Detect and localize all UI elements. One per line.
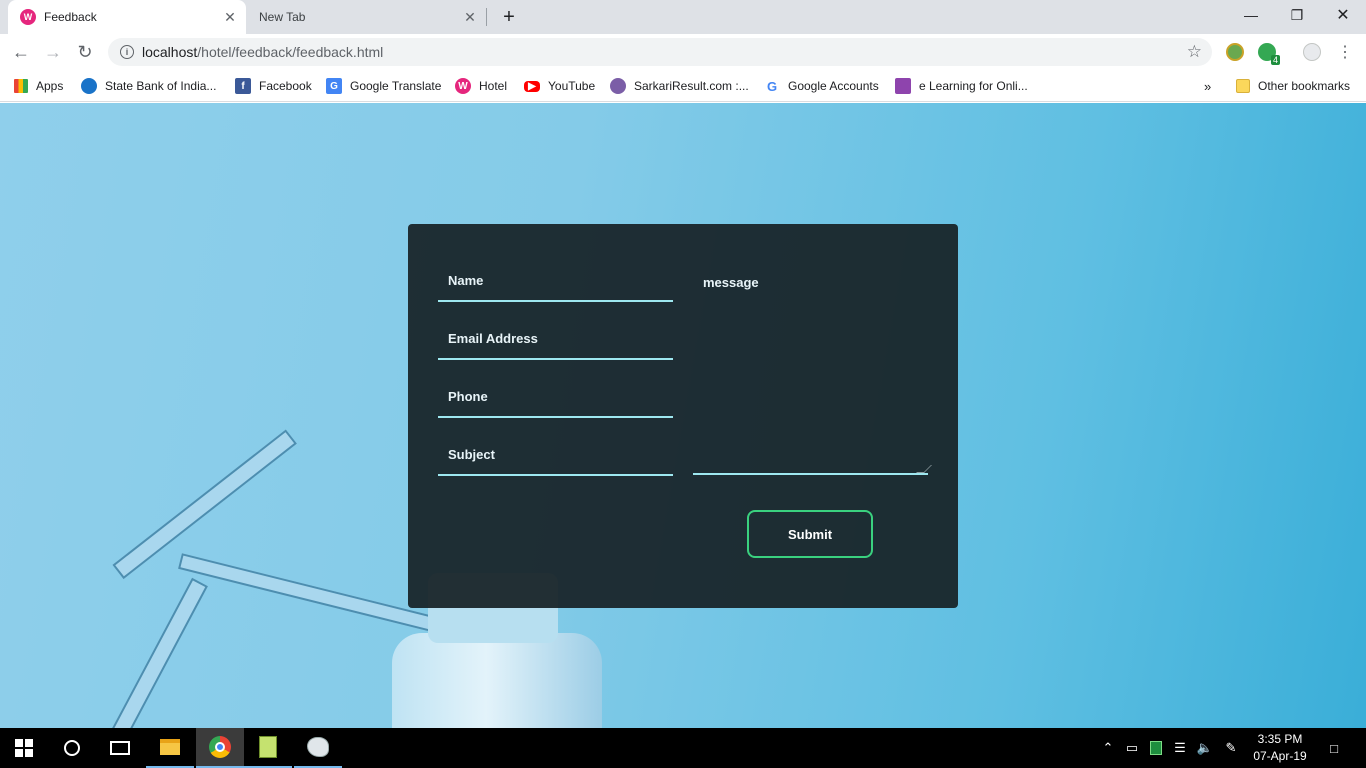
sarkariresult-icon [610,78,626,94]
chrome-taskbar-button[interactable] [196,728,244,768]
url-text: localhost/hotel/feedback/feedback.html [142,44,384,60]
folder-icon [160,739,180,755]
tab-title: New Tab [259,10,306,24]
paint-button[interactable] [294,728,342,768]
network-icon[interactable]: ☰ [1170,728,1190,768]
bookmark-sbi[interactable]: State Bank of India... [81,76,216,96]
message-textarea[interactable]: message [693,268,932,475]
tray-app-icon[interactable] [1146,728,1166,768]
name-field[interactable]: Name [438,264,673,302]
bookmarks-overflow-button[interactable]: » [1204,76,1211,96]
bookmark-facebook[interactable]: f Facebook [235,76,312,96]
google-translate-icon: G [326,78,342,94]
lamp-shade [392,633,602,728]
chrome-icon [209,736,231,758]
cortana-circle-icon [64,740,80,756]
youtube-icon: ▶ [524,80,540,92]
apps-grid-icon [14,79,28,93]
page-background: Name Email Address Phone Subject message… [0,103,1366,728]
elearning-icon [895,78,911,94]
notepad-plus-button[interactable] [244,728,292,768]
bookmark-google-accounts[interactable]: G Google Accounts [764,76,879,96]
reload-button[interactable]: ↻ [72,39,98,65]
tray-expand-icon[interactable]: ⌃ [1098,728,1118,768]
cortana-button[interactable] [48,728,96,768]
extension-badge-icon[interactable]: 4 [1258,43,1280,65]
close-window-button[interactable]: ✕ [1320,0,1366,30]
browser-toolbar: ← → ↻ i localhost/hotel/feedback/feedbac… [0,34,1366,70]
paint-palette-icon [307,737,329,757]
pen-icon[interactable]: ✎ [1220,728,1242,768]
hotel-icon: W [455,78,471,94]
email-label: Email Address [448,331,538,346]
task-view-icon [110,741,130,755]
start-button[interactable] [0,728,48,768]
resize-handle-icon[interactable] [916,465,932,473]
name-label: Name [448,273,484,288]
sbi-icon [81,78,97,94]
tab-title: Feedback [44,10,97,24]
message-label: message [703,275,759,290]
bookmark-sarkariresult[interactable]: SarkariResult.com :... [610,76,749,96]
windows-logo-icon [15,739,33,757]
lamp-arm [178,553,435,632]
tab-new-tab[interactable]: New Tab ✕ [246,0,486,34]
task-view-button[interactable] [96,728,144,768]
file-explorer-button[interactable] [146,728,194,768]
hotel-favicon-icon: W [20,9,36,25]
minimize-button[interactable]: — [1228,0,1274,30]
back-button[interactable]: ← [8,39,34,65]
windows-taskbar: ⌃ ▭ ☰ 🔈 ✎ 3:35 PM 07-Apr-19 □ [0,728,1366,768]
folder-icon [1236,79,1250,93]
volume-icon[interactable]: 🔈 [1194,728,1216,768]
lamp-arm [112,429,297,580]
bookmark-elearning[interactable]: e Learning for Onli... [895,76,1028,96]
bookmark-star-icon[interactable]: ☆ [1187,42,1202,62]
subject-field[interactable]: Subject [438,438,673,476]
bookmark-google-translate[interactable]: G Google Translate [326,76,441,96]
feedback-form: Name Email Address Phone Subject message… [408,224,958,608]
tab-strip: W Feedback ✕ New Tab ✕ + — ❐ ✕ [0,0,1366,34]
forward-button[interactable]: → [40,39,66,65]
email-field[interactable]: Email Address [438,322,673,360]
new-tab-button[interactable]: + [498,6,520,28]
notepad-icon [259,736,277,758]
tab-feedback[interactable]: W Feedback ✕ [8,0,246,34]
address-bar[interactable]: i localhost/hotel/feedback/feedback.html… [108,38,1212,66]
other-bookmarks[interactable]: Other bookmarks [1236,76,1350,96]
extension-icon[interactable] [1226,43,1244,61]
notification-center-icon[interactable]: □ [1320,728,1348,768]
battery-icon[interactable]: ▭ [1122,728,1142,768]
phone-label: Phone [448,389,488,404]
google-icon: G [766,78,778,94]
profile-avatar[interactable] [1303,43,1321,61]
close-tab-icon[interactable]: ✕ [220,7,240,27]
phone-field[interactable]: Phone [438,380,673,418]
menu-kebab-icon[interactable]: ⋮ [1332,39,1358,65]
restore-button[interactable]: ❐ [1274,0,1320,30]
bookmark-youtube[interactable]: ▶ YouTube [524,76,595,96]
bookmark-apps[interactable]: Apps [14,76,63,96]
lamp-arm [98,577,208,728]
subject-label: Subject [448,447,495,462]
submit-button[interactable]: Submit [747,510,873,558]
tab-separator [486,8,487,26]
info-icon[interactable]: i [120,45,134,59]
bookmark-hotel[interactable]: W Hotel [455,76,507,96]
facebook-icon: f [235,78,251,94]
close-tab-icon[interactable]: ✕ [460,7,480,27]
taskbar-clock[interactable]: 3:35 PM 07-Apr-19 [1248,731,1312,765]
bookmarks-bar: Apps State Bank of India... f Facebook G… [0,70,1366,102]
